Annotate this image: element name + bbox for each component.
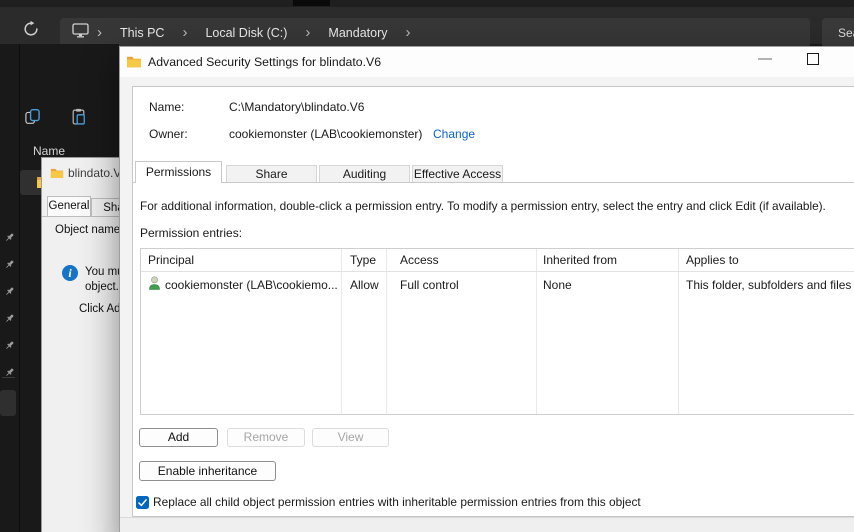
replace-permissions-label: Replace all child object permission entr… [153,495,641,509]
this-pc-icon[interactable] [72,23,89,43]
rail-selected-item[interactable] [0,390,16,416]
tab-share[interactable]: Share [226,165,317,182]
column-separator [386,249,387,414]
dialog-titlebar: Advanced Security Settings for blindato.… [120,47,854,77]
user-icon [148,275,161,291]
name-label: Name: [149,100,185,114]
window-top-strip [0,0,854,7]
folder-icon [50,166,64,178]
tab-separator [293,0,330,6]
chevron-right-icon[interactable]: › [405,19,410,47]
add-button[interactable]: Add [139,428,218,447]
col-type[interactable]: Type [350,253,376,267]
advanced-security-dialog: Advanced Security Settings for blindato.… [119,46,854,532]
cell-principal: cookiemonster (LAB\cookiemo... [165,278,338,292]
view-button: View [312,428,389,447]
name-value: C:\Mandatory\blindato.V6 [229,100,365,114]
object-name-label: Object name [55,224,121,236]
info-text-line3: Click Ad [79,303,121,315]
minimize-button[interactable] [758,58,772,60]
enable-inheritance-button[interactable]: Enable inheritance [139,461,276,481]
info-text-line2: object. [85,281,119,293]
replace-permissions-checkbox[interactable] [136,496,149,509]
col-access[interactable]: Access [400,253,439,267]
tab-permissions[interactable]: Permissions [135,161,222,183]
info-icon: i [62,265,78,281]
permissions-description: For additional information, double-click… [140,199,826,213]
permission-entries-table[interactable]: Principal Type Access Inherited from App… [140,248,854,415]
col-applies-to[interactable]: Applies to [686,253,739,267]
column-header-name[interactable]: Name [33,144,65,158]
pin-icon[interactable] [4,230,15,241]
dialog-content-frame: Name: C:\Mandatory\blindato.V6 Owner: co… [132,86,854,517]
cell-access: Full control [400,278,459,292]
maximize-button[interactable] [807,53,819,65]
owner-value: cookiemonster (LAB\cookiemonster) [229,127,423,141]
breadcrumb-mandatory[interactable]: Mandatory [318,26,397,40]
change-owner-link[interactable]: Change [433,127,475,141]
pin-icon[interactable] [4,338,15,349]
chevron-right-icon[interactable]: › [97,19,102,47]
pin-icon[interactable] [4,365,15,376]
chevron-right-icon[interactable]: › [182,19,187,47]
pane-divider [19,44,20,532]
header-border [141,271,854,272]
owner-label: Owner: [149,127,188,141]
paste-icon[interactable] [70,108,87,125]
pin-icon[interactable] [4,311,15,322]
remove-button: Remove [227,428,305,447]
cell-applies-to: This folder, subfolders and files [686,278,852,292]
search-input[interactable]: Sea [822,18,854,48]
dialog-title: Advanced Security Settings for blindato.… [148,55,382,69]
properties-dialog-title: blindato.V [68,166,122,180]
pin-icon[interactable] [4,284,15,295]
column-separator [678,249,679,414]
tab-strip-line [133,182,854,183]
breadcrumb-local-disk[interactable]: Local Disk (C:) [195,26,297,40]
refresh-icon[interactable] [22,20,40,38]
dialog-footer [120,517,854,532]
col-inherited-from[interactable]: Inherited from [543,253,617,267]
copy-icon[interactable] [24,108,41,125]
address-bar[interactable]: › This PC › Local Disk (C:) › Mandatory … [60,18,810,48]
explorer-toolbar: › This PC › Local Disk (C:) › Mandatory … [0,7,854,48]
column-separator [536,249,537,414]
tab-effective-access[interactable]: Effective Access [412,165,503,182]
column-separator [341,249,342,414]
screen: › This PC › Local Disk (C:) › Mandatory … [0,0,854,532]
cell-type: Allow [350,278,379,292]
tab-auditing[interactable]: Auditing [319,165,410,182]
cell-inherited-from: None [543,278,572,292]
col-principal[interactable]: Principal [148,253,194,267]
pin-icon[interactable] [4,257,15,268]
folder-icon [126,55,142,68]
rail-divider [2,377,15,378]
permission-entries-label: Permission entries: [140,226,243,240]
breadcrumb-this-pc[interactable]: This PC [110,26,174,40]
tab-general[interactable]: General [47,196,91,216]
chevron-right-icon[interactable]: › [305,19,310,47]
